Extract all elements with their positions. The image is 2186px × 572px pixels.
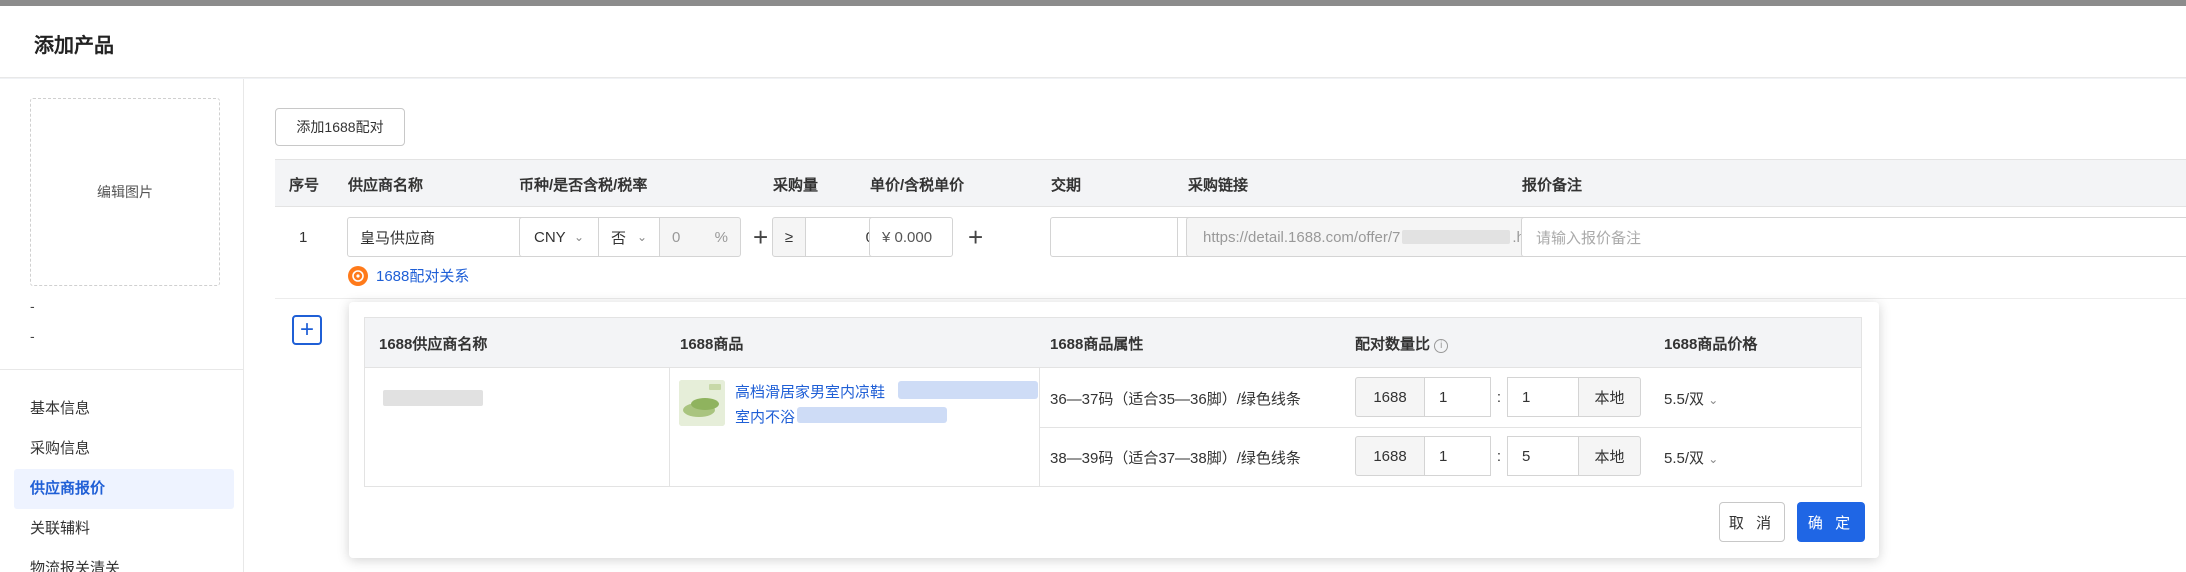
qty-prefix: ≥ — [772, 217, 806, 257]
sidebar: 编辑图片 - - 基本信息 采购信息 供应商报价 关联辅料 物流报关清关 — [0, 79, 244, 572]
1688-logo-icon — [348, 265, 368, 286]
chevron-down-icon: ⌄ — [1708, 452, 1719, 466]
chevron-down-icon: ⌄ — [1708, 393, 1719, 407]
pair-price-2[interactable]: 5.5/双 ⌄ — [1664, 447, 1718, 468]
add-1688-pair-button[interactable]: 添加1688配对 — [275, 108, 405, 146]
qty-prefix-symbol: ≥ — [784, 228, 794, 246]
ratio-left-input[interactable]: 1 — [1425, 377, 1491, 417]
col-pair-ratio: 配对数量比 i — [1355, 333, 1449, 354]
product-title-line2[interactable]: 室内不浴 — [735, 406, 795, 427]
unit-price-input[interactable]: ¥ 0.000 — [869, 217, 953, 257]
row-index: 1 — [299, 229, 308, 246]
ratio-left-label: 1688 — [1355, 436, 1425, 476]
col-qty: 采购量 — [773, 177, 819, 194]
1688-pair-popover: 1688供应商名称 1688商品 1688商品属性 配对数量比 i 1688商品… — [349, 302, 1879, 558]
col-1688-product: 1688商品 — [680, 336, 744, 353]
edit-image-box[interactable]: 编辑图片 — [30, 98, 220, 286]
edit-image-label: 编辑图片 — [97, 184, 153, 200]
add-tax-plus-icon[interactable]: + — [753, 224, 768, 250]
image-meta-1: - — [30, 298, 35, 314]
pair-attr-2: 38—39码（适合37—38脚）/绿色线条 — [1050, 450, 1301, 467]
product-title-line1[interactable]: 高档滑居家男室内凉鞋 — [735, 381, 885, 402]
redacted-blur — [1402, 230, 1511, 244]
redacted-product-title — [797, 407, 947, 423]
tax-rate-input[interactable]: 0 % — [659, 217, 741, 257]
pair-attr-1: 36—37码（适合35—36脚）/绿色线条 — [1050, 391, 1301, 408]
redacted-product-title — [898, 381, 1038, 399]
tax-included-select[interactable]: 否 ⌄ — [598, 217, 660, 257]
tax-included-value: 否 — [611, 229, 627, 247]
ratio-right-label: 本地 — [1579, 436, 1641, 476]
currency-value: CNY — [534, 228, 566, 246]
col-index: 序号 — [289, 177, 320, 194]
pair-table: 1688供应商名称 1688商品 1688商品属性 配对数量比 i 1688商品… — [364, 317, 1862, 487]
col-1688-price: 1688商品价格 — [1664, 336, 1758, 353]
chevron-down-icon: ⌄ — [636, 230, 647, 244]
product-thumbnail[interactable] — [679, 380, 725, 426]
ratio-left-input[interactable]: 1 — [1425, 436, 1491, 476]
tax-rate-value: 0 — [672, 228, 681, 246]
ratio-left-label: 1688 — [1355, 377, 1425, 417]
ratio-colon: : — [1496, 447, 1502, 465]
currency-select[interactable]: CNY ⌄ — [519, 217, 599, 257]
col-1688-supplier: 1688供应商名称 — [379, 336, 488, 353]
1688-pair-relation-label: 1688配对关系 — [376, 268, 470, 285]
ratio-right-label: 本地 — [1579, 377, 1641, 417]
quote-table-header: 序号 供应商名称 币种/是否含税/税率 采购量 单价/含税单价 交期 采购链接 … — [275, 159, 2186, 207]
col-price: 单价/含税单价 — [870, 177, 965, 194]
pair-price-2-value: 5.5/双 — [1664, 450, 1705, 467]
1688-pair-relation-link[interactable]: 1688配对关系 — [348, 265, 469, 286]
info-icon[interactable]: i — [1434, 339, 1449, 353]
pair-price-1-value: 5.5/双 — [1664, 391, 1705, 408]
confirm-button[interactable]: 确 定 — [1797, 502, 1865, 542]
row-divider — [1039, 427, 1861, 428]
lead-time-input[interactable] — [1050, 217, 1178, 257]
col-currency-tax: 币种/是否含税/税率 — [519, 177, 648, 194]
col-divider — [669, 368, 670, 486]
pair-table-header: 1688供应商名称 1688商品 1688商品属性 配对数量比 i 1688商品… — [365, 318, 1861, 368]
sidebar-nav: 基本信息 采购信息 供应商报价 关联辅料 物流报关清关 — [14, 389, 234, 572]
sidebar-item-supplier-quote[interactable]: 供应商报价 — [14, 469, 234, 509]
add-row-plus-icon[interactable]: + — [292, 315, 322, 345]
pair-ratio-2: 1688 1 : 5 本地 — [1355, 436, 1641, 476]
ratio-right-input[interactable]: 5 — [1507, 436, 1579, 476]
sidebar-item-related-materials[interactable]: 关联辅料 — [14, 509, 234, 549]
quote-remark-placeholder: 请输入报价备注 — [1536, 229, 1642, 247]
unit-price-value: ¥ 0.000 — [882, 228, 933, 246]
cancel-button[interactable]: 取 消 — [1719, 502, 1785, 542]
table-row: 1 皇马供应商 ⌄ CNY ⌄ 否 ⌄ 0 % + ≥ 0 — [275, 207, 2186, 299]
sidebar-item-logistics-customs[interactable]: 物流报关清关 — [14, 549, 234, 572]
col-link: 采购链接 — [1188, 177, 1249, 194]
col-supplier: 供应商名称 — [348, 177, 424, 194]
pair-price-1[interactable]: 5.5/双 ⌄ — [1664, 388, 1718, 409]
percent-suffix: % — [714, 228, 728, 246]
pair-ratio-1: 1688 1 : 1 本地 — [1355, 377, 1641, 417]
chevron-down-icon: ⌄ — [573, 230, 584, 244]
col-remark: 报价备注 — [1522, 177, 1583, 194]
pair-ratio-header-label: 配对数量比 — [1355, 336, 1431, 353]
redacted-supplier-name — [383, 390, 483, 406]
sidebar-item-basic-info[interactable]: 基本信息 — [14, 389, 234, 429]
ratio-colon: : — [1496, 388, 1502, 406]
dialog-title: 添加产品 — [34, 35, 114, 57]
ratio-right-input[interactable]: 1 — [1507, 377, 1579, 417]
quote-remark-input[interactable]: 请输入报价备注 — [1521, 217, 2186, 257]
col-1688-attr: 1688商品属性 — [1050, 336, 1144, 353]
image-meta-2: - — [30, 328, 35, 344]
supplier-select-value: 皇马供应商 — [360, 229, 436, 247]
add-price-plus-icon[interactable]: + — [968, 224, 983, 250]
sidebar-divider — [0, 369, 243, 370]
dialog-header: 添加产品 — [0, 6, 2186, 78]
col-lead-time: 交期 — [1051, 177, 1082, 194]
purchase-link-prefix: https://detail.1688.com/offer/7 — [1203, 228, 1401, 246]
sidebar-item-purchase-info[interactable]: 采购信息 — [14, 429, 234, 469]
